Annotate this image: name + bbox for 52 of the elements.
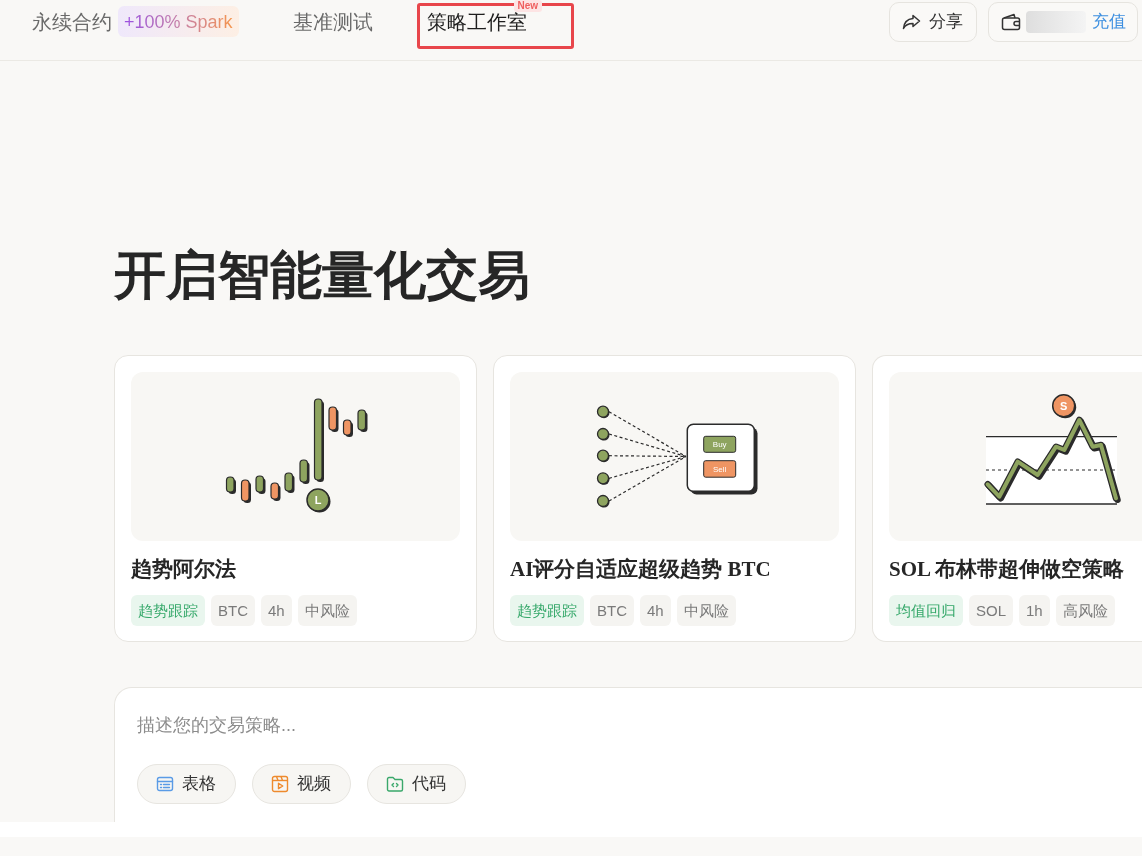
candlestick <box>357 409 368 432</box>
long-entry-marker: L <box>306 488 331 513</box>
new-badge: New <box>513 0 543 12</box>
wallet-icon <box>1001 12 1021 31</box>
strategy-card[interactable]: Buy Sell AI评分自适应超级趋势 BTC 趋势跟踪 BTC 4h 中风险 <box>493 355 856 642</box>
video-icon <box>271 775 289 793</box>
tag: 1h <box>1019 595 1050 626</box>
code-folder-icon <box>386 775 404 793</box>
strategy-card[interactable]: L 趋势阿尔法 趋势跟踪 BTC 4h 中风险 <box>114 355 477 642</box>
card-title: SOL 布林带超伸做空策略 <box>889 556 1125 583</box>
blurred-balance <box>1026 10 1086 33</box>
tag: 中风险 <box>676 595 736 626</box>
card-title: AI评分自适应超级趋势 BTC <box>510 556 771 583</box>
tag: 4h <box>640 595 671 626</box>
share-icon <box>902 13 921 30</box>
input-node <box>596 449 610 463</box>
short-entry-marker: S <box>1051 393 1077 419</box>
candlestick <box>240 479 251 503</box>
input-node <box>596 472 610 485</box>
input-node <box>596 494 610 508</box>
input-node <box>596 427 610 441</box>
attachment-button[interactable]: 视频 <box>252 764 351 804</box>
candlestick <box>284 472 295 493</box>
candlestick <box>270 482 281 501</box>
candlestick <box>255 475 266 494</box>
share-button[interactable]: 分享 <box>889 1 977 42</box>
tag: 中风险 <box>297 595 357 626</box>
strategy-card[interactable]: S SOL 布林带超伸做空策略 均值回归 SOL 1h 高风险 <box>872 355 1142 642</box>
promo-badge: +100% Spark <box>118 6 239 37</box>
tag: SOL <box>969 595 1013 626</box>
attachment-button[interactable]: 代码 <box>367 764 466 804</box>
tag: 4h <box>261 595 292 626</box>
candlestick <box>299 459 310 484</box>
list-icon <box>156 775 174 793</box>
candlestick <box>225 476 236 494</box>
attachment-button[interactable]: 表格 <box>137 764 236 804</box>
tag: BTC <box>590 595 634 626</box>
tag: 均值回归 <box>889 595 963 626</box>
candlestick <box>328 406 339 432</box>
tag: 趋势跟踪 <box>131 595 205 626</box>
page-heading: 开启智能量化交易 <box>114 246 530 306</box>
nav-tab[interactable]: 永续合约 <box>32 7 112 36</box>
sell-signal: Sell <box>703 460 737 478</box>
candlestick <box>342 419 353 437</box>
buy-signal: Buy <box>703 435 737 453</box>
tag: BTC <box>211 595 255 626</box>
tag: 趋势跟踪 <box>510 595 584 626</box>
strategy-input-field[interactable]: 描述您的交易策略... <box>137 712 1120 738</box>
nav-tab[interactable]: 基准测试 <box>292 7 373 36</box>
input-node <box>596 405 610 419</box>
tag: 高风险 <box>1055 595 1115 626</box>
card-title: 趋势阿尔法 <box>131 556 236 583</box>
